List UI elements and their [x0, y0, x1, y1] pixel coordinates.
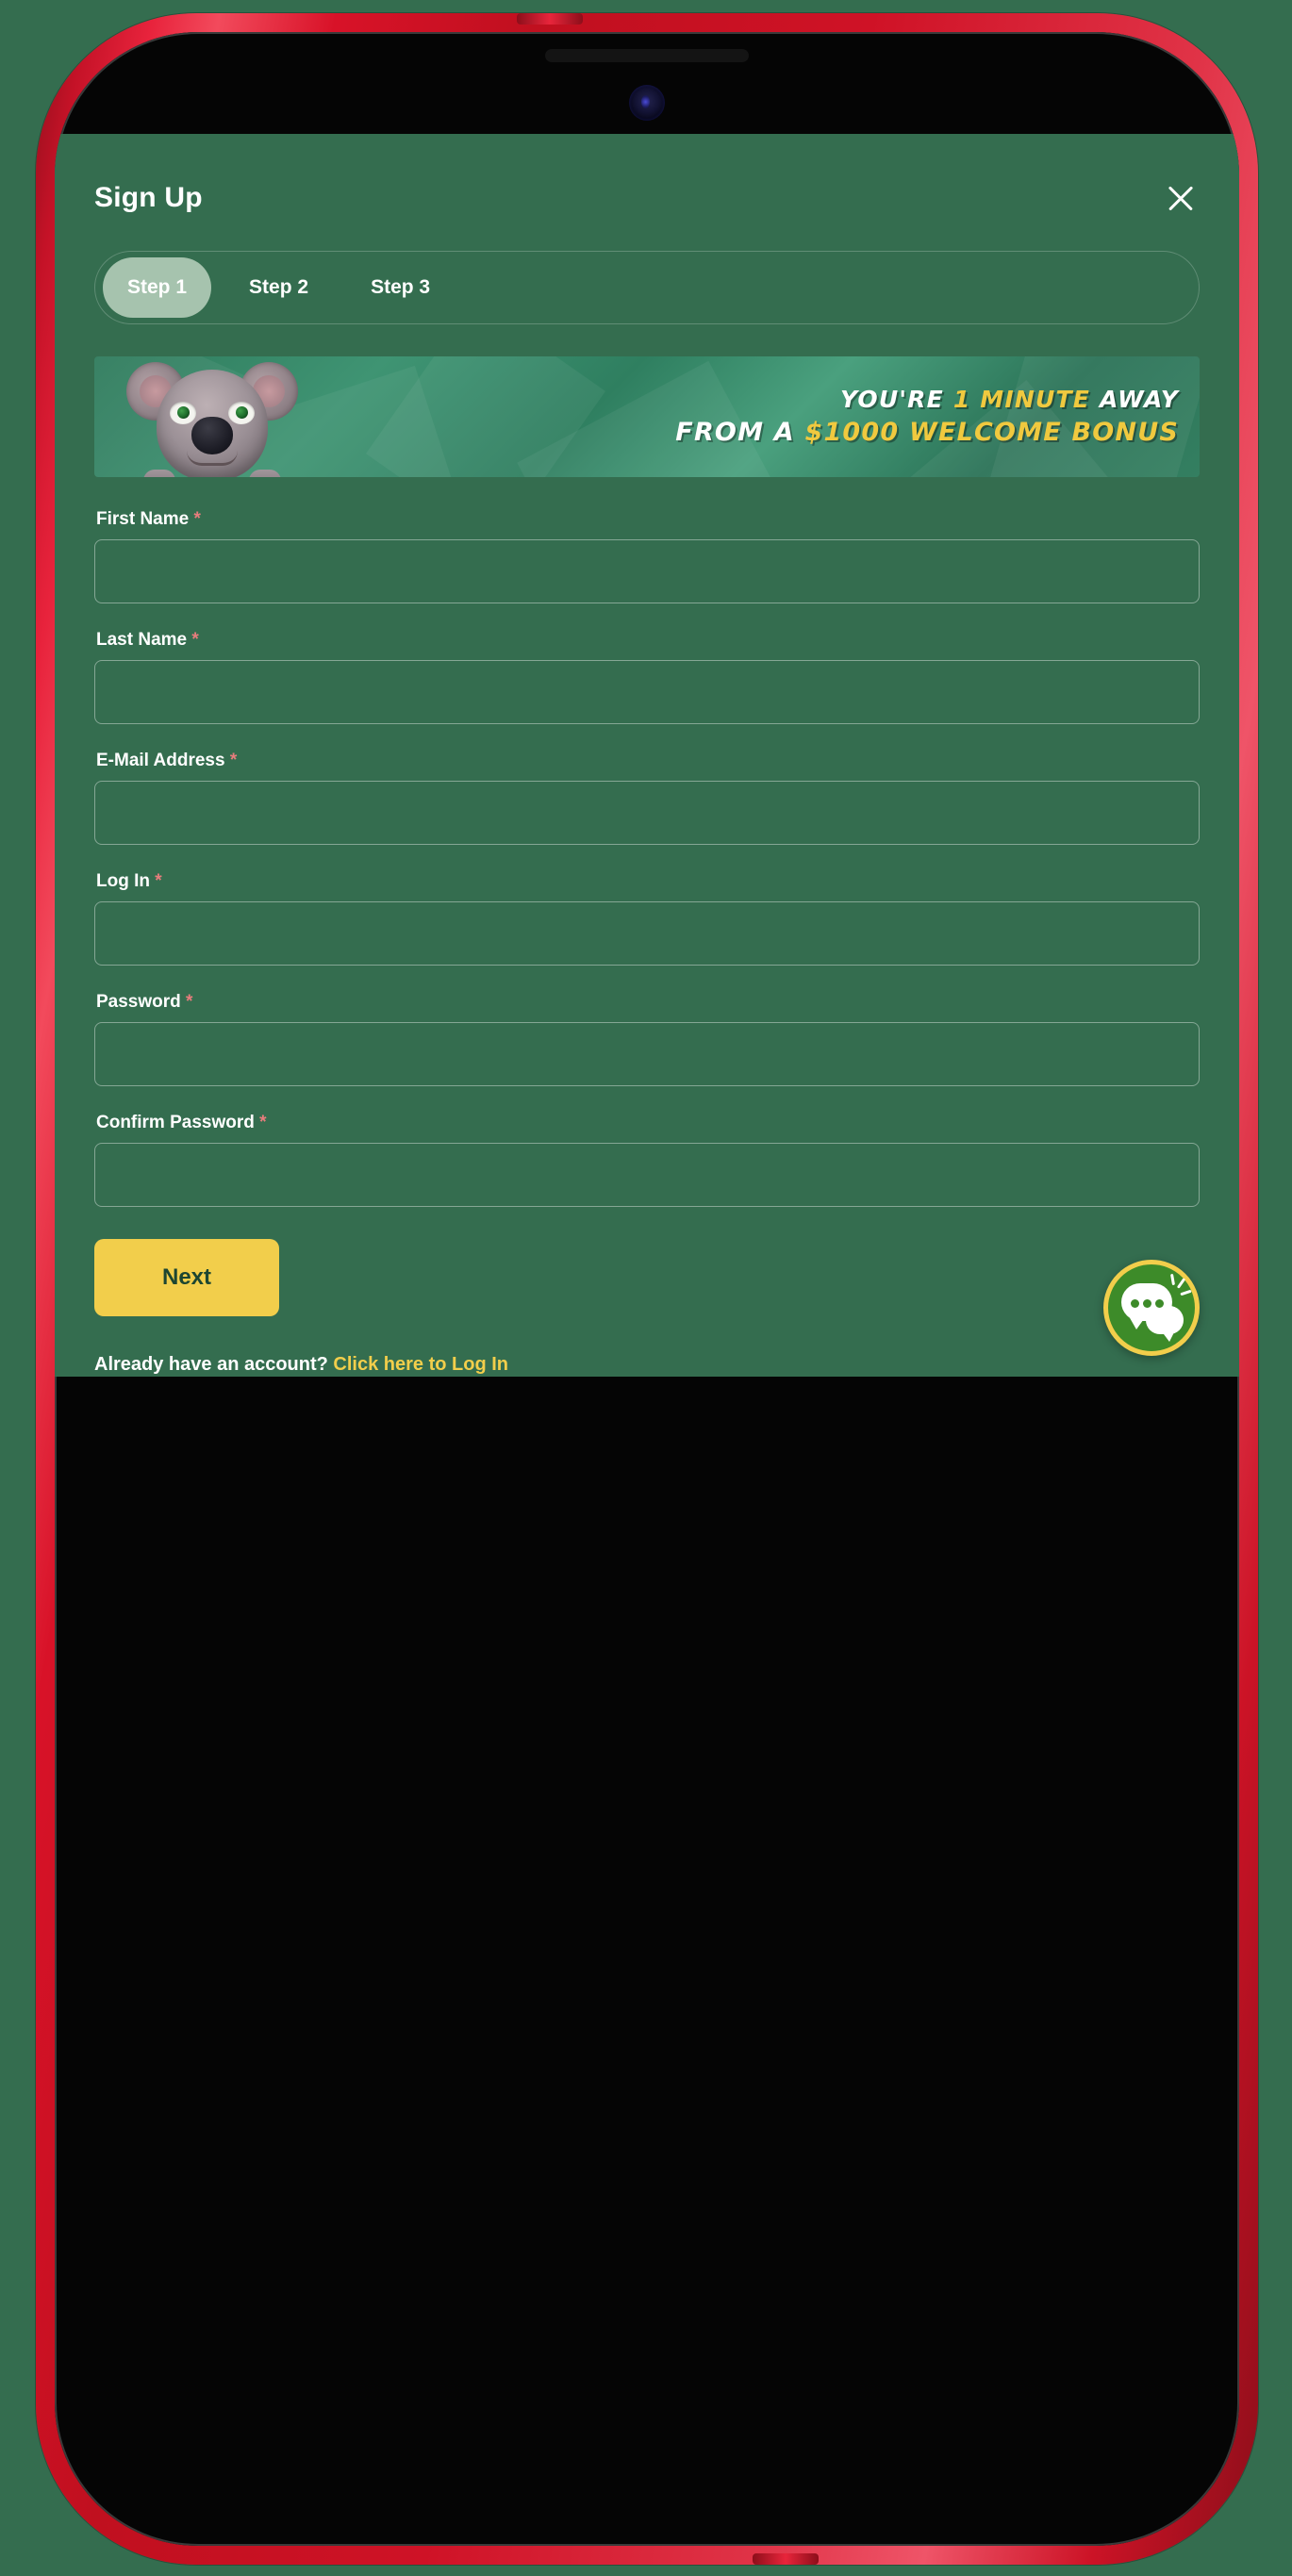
front-camera-icon — [629, 85, 665, 121]
field-confirm-password: Confirm Password * — [94, 1113, 1200, 1228]
next-button[interactable]: Next — [94, 1239, 279, 1316]
signup-form: First Name * Last Name * E-Mail Address … — [94, 509, 1200, 1376]
field-first-name: First Name * — [94, 509, 1200, 624]
modal-header: Sign Up — [74, 134, 1220, 217]
field-last-name: Last Name * — [94, 630, 1200, 745]
password-input[interactable] — [94, 1022, 1200, 1086]
required-asterisk: * — [259, 1113, 267, 1132]
chat-dot — [1143, 1299, 1151, 1308]
page-backdrop: Sign Up Step 1 Step 2 Step 3 YOU'RE 1 MI… — [0, 0, 1292, 2576]
promo-banner[interactable]: YOU'RE 1 MINUTE AWAY FROM A $1000 WELCOM… — [94, 356, 1200, 477]
login-prompt: Already have an account? Click here to L… — [94, 1354, 1200, 1376]
phone-body: Sign Up Step 1 Step 2 Step 3 YOU'RE 1 MI… — [55, 32, 1239, 2546]
promo-text: YOU'RE 1 MINUTE AWAY FROM A $1000 WELCOM… — [675, 387, 1179, 446]
field-label-password: Password * — [96, 992, 1200, 1013]
field-label-first-name: First Name * — [96, 509, 1200, 530]
tab-step-3[interactable]: Step 3 — [346, 257, 455, 318]
signup-modal: Sign Up Step 1 Step 2 Step 3 YOU'RE 1 MI… — [55, 134, 1239, 1377]
required-asterisk: * — [155, 871, 162, 891]
promo-line-1-highlight: 1 MINUTE — [952, 386, 1091, 413]
chat-spark — [1180, 1289, 1192, 1296]
phone-device-frame: Sign Up Step 1 Step 2 Step 3 YOU'RE 1 MI… — [36, 13, 1258, 2565]
login-prompt-text: Already have an account? — [94, 1354, 334, 1375]
label-text: E-Mail Address — [96, 751, 225, 770]
koala-mouth — [187, 451, 238, 466]
app-screen: Sign Up Step 1 Step 2 Step 3 YOU'RE 1 MI… — [55, 134, 1239, 1377]
close-icon[interactable] — [1162, 179, 1200, 217]
label-text: Last Name — [96, 630, 188, 650]
earpiece-speaker — [545, 49, 749, 62]
email-input[interactable] — [94, 781, 1200, 845]
antenna-band-top — [517, 13, 583, 25]
field-login: Log In * — [94, 871, 1200, 986]
required-asterisk: * — [186, 992, 193, 1012]
field-label-confirm-password: Confirm Password * — [96, 1113, 1200, 1133]
koala-eye-right — [228, 402, 255, 424]
antenna-band-bottom — [753, 2553, 819, 2565]
field-label-login: Log In * — [96, 871, 1200, 892]
promo-line-1: YOU'RE 1 MINUTE AWAY — [675, 387, 1179, 413]
last-name-input[interactable] — [94, 660, 1200, 724]
koala-nose — [191, 417, 233, 454]
promo-line-1-part2: AWAY — [1090, 386, 1179, 413]
chat-spark — [1176, 1278, 1186, 1289]
label-text: Confirm Password — [96, 1113, 255, 1132]
chat-dot — [1155, 1299, 1164, 1308]
confirm-password-input[interactable] — [94, 1143, 1200, 1207]
chat-widget-button[interactable] — [1103, 1260, 1200, 1356]
promo-line-1-part1: YOU'RE — [839, 386, 953, 413]
step-tabs: Step 1 Step 2 Step 3 — [94, 251, 1200, 324]
koala-mascot-icon — [126, 356, 298, 477]
chat-dot — [1131, 1299, 1139, 1308]
login-input[interactable] — [94, 901, 1200, 966]
koala-paw-right — [249, 470, 281, 477]
promo-line-2-highlight: $1000 WELCOME BONUS — [804, 417, 1179, 447]
koala-paw-left — [143, 470, 175, 477]
field-email: E-Mail Address * — [94, 751, 1200, 866]
promo-line-2-part1: FROM A — [675, 417, 805, 447]
login-link[interactable]: Click here to Log In — [333, 1354, 508, 1375]
required-asterisk: * — [191, 630, 199, 650]
label-text: Password — [96, 992, 181, 1012]
tab-step-2[interactable]: Step 2 — [224, 257, 333, 318]
chat-spark — [1169, 1273, 1176, 1286]
label-text: Log In — [96, 871, 150, 891]
field-password: Password * — [94, 992, 1200, 1107]
koala-head — [157, 370, 268, 477]
required-asterisk: * — [193, 509, 201, 529]
field-label-last-name: Last Name * — [96, 630, 1200, 651]
page-title: Sign Up — [94, 182, 203, 213]
tab-step-1[interactable]: Step 1 — [103, 257, 212, 318]
first-name-input[interactable] — [94, 539, 1200, 603]
chat-bubble-large-icon — [1121, 1283, 1172, 1329]
field-label-email: E-Mail Address * — [96, 751, 1200, 771]
required-asterisk: * — [229, 751, 238, 770]
label-text: First Name — [96, 509, 190, 529]
koala-eye-left — [170, 402, 196, 424]
promo-line-2: FROM A $1000 WELCOME BONUS — [675, 417, 1179, 447]
